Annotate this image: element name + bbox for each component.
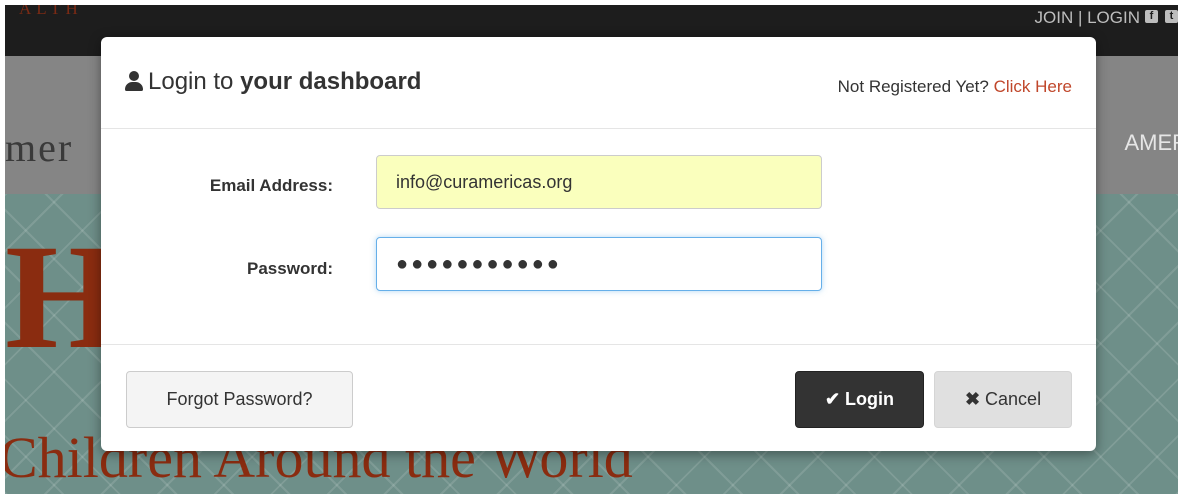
register-prompt: Not Registered Yet? Click Here (838, 77, 1072, 97)
brand-fragment: ALTH (19, 5, 83, 18)
twitter-icon[interactable]: t (1165, 10, 1178, 23)
facebook-icon[interactable]: f (1145, 10, 1158, 23)
password-field[interactable]: ●●●●●●●●●●● (376, 237, 822, 291)
email-label: Email Address: (209, 176, 333, 195)
close-icon: ✖ (964, 389, 981, 409)
cancel-button-label: Cancel (985, 389, 1042, 409)
modal-footer: Forgot Password? ✔ Login ✖ Cancel (101, 344, 1096, 452)
modal-title: Login to your dashboard (125, 68, 421, 96)
login-button[interactable]: ✔ Login (795, 371, 924, 428)
login-modal: Login to your dashboard Not Registered Y… (101, 37, 1096, 451)
login-button-label: Login (845, 389, 895, 409)
join-login-links[interactable]: JOIN | LOGIN (1035, 8, 1141, 28)
forgot-password-button[interactable]: Forgot Password? (126, 371, 353, 428)
modal-title-bold: your dashboard (240, 68, 422, 95)
modal-header: Login to your dashboard Not Registered Y… (101, 37, 1096, 129)
check-icon: ✔ (824, 389, 841, 409)
not-registered-text: Not Registered Yet? (837, 77, 994, 96)
cancel-button[interactable]: ✖ Cancel (934, 371, 1072, 428)
email-field[interactable]: info@curamericas.org (376, 155, 822, 209)
modal-title-regular: Login to (148, 68, 241, 95)
register-link[interactable]: Click Here (994, 77, 1072, 96)
user-icon (125, 71, 143, 91)
password-label: Password: (247, 259, 333, 278)
nav-item-fragment[interactable]: AMER (1124, 130, 1178, 156)
site-logo-fragment: mer (5, 125, 74, 170)
